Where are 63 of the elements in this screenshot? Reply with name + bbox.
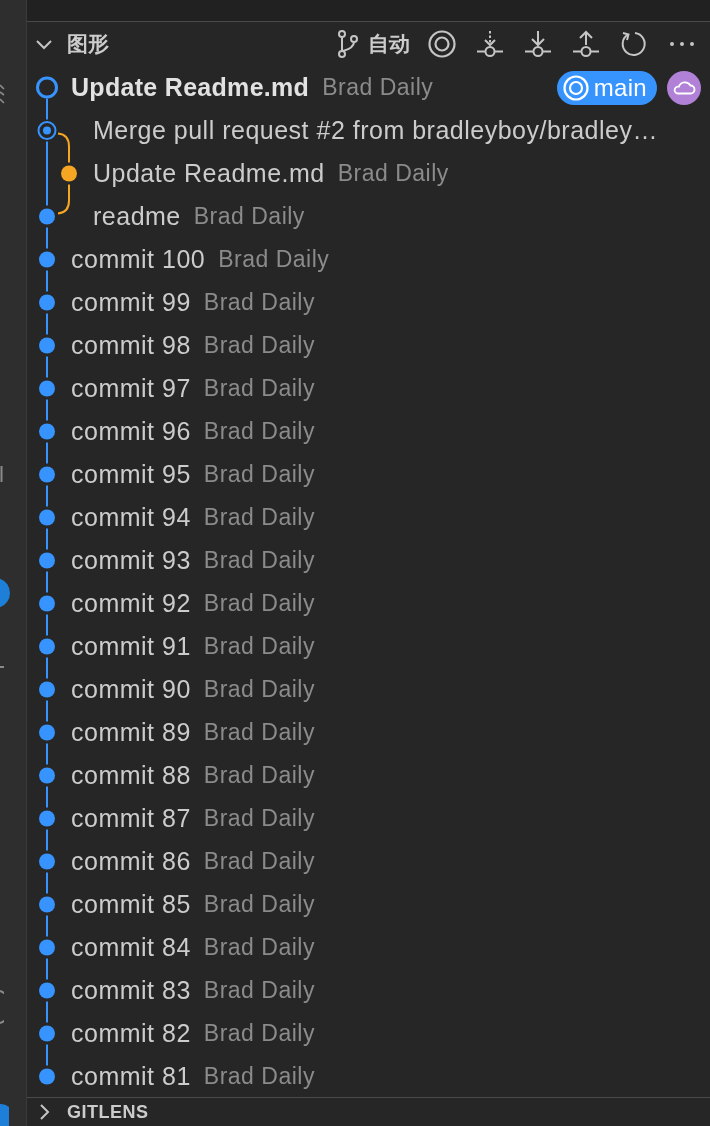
push-icon[interactable] (572, 30, 600, 58)
pull-icon[interactable] (524, 30, 552, 58)
branch-label: main (593, 73, 647, 102)
cropped-icon[interactable] (0, 466, 4, 482)
commit-message[interactable]: readme (93, 202, 181, 231)
branch-filter-button[interactable]: 自动 (337, 30, 410, 58)
commit-message[interactable]: commit 85 (71, 890, 191, 919)
commit-author: Brad Daily (203, 332, 315, 359)
commit-message[interactable]: commit 91 (71, 632, 191, 661)
badge-icon (0, 578, 10, 608)
commit-author: Brad Daily (203, 848, 315, 875)
commit-author: Brad Daily (193, 203, 305, 230)
commit-author: Brad Daily (203, 547, 315, 574)
commit-author: Brad Daily (203, 461, 315, 488)
commit-message[interactable]: commit 94 (71, 503, 191, 532)
commit-message[interactable]: commit 83 (71, 976, 191, 1005)
commit-message[interactable]: commit 84 (71, 933, 191, 962)
commit-author: Brad Daily (203, 289, 315, 316)
fetch-icon[interactable] (476, 30, 504, 58)
commit-author: Brad Daily (203, 934, 315, 961)
panel-title: 图形 (67, 31, 109, 57)
commit-message[interactable]: commit 88 (71, 761, 191, 790)
commit-author: Brad Daily (203, 590, 315, 617)
commit-message[interactable]: commit 86 (71, 847, 191, 876)
commit-message[interactable]: commit 100 (71, 245, 206, 274)
commit-author: Brad Daily (203, 1063, 315, 1090)
commit-message[interactable]: commit 81 (71, 1062, 191, 1091)
commit-message[interactable]: commit 90 (71, 675, 191, 704)
commit-message[interactable]: commit 99 (71, 288, 191, 317)
commit-message[interactable]: Merge pull request #2 from bradleyboy/bradley… (93, 116, 658, 145)
commit-author: Brad Daily (203, 977, 315, 1004)
commit-message[interactable]: Update Readme.md (93, 159, 325, 188)
commit-author: Brad Daily (203, 375, 315, 402)
cropped-icon[interactable] (0, 84, 5, 104)
commit-author: Brad Daily (337, 160, 449, 187)
commit-message[interactable]: commit 92 (71, 589, 191, 618)
commit-author: Brad Daily (203, 418, 315, 445)
branch-icon (337, 30, 359, 58)
commit-author: Brad Daily (203, 719, 315, 746)
refresh-icon[interactable] (620, 30, 648, 58)
commit-message[interactable]: commit 93 (71, 546, 191, 575)
commit-message[interactable]: commit 97 (71, 374, 191, 403)
target-icon[interactable] (428, 30, 456, 58)
commit-author: Brad Daily (203, 633, 315, 660)
commit-author: Brad Daily (322, 74, 434, 101)
commit-message[interactable]: commit 96 (71, 417, 191, 446)
commit-author: Brad Daily (203, 891, 315, 918)
commit-message[interactable]: Update Readme.md (71, 73, 310, 102)
cloud-icon[interactable] (667, 70, 701, 105)
commit-author: Brad Daily (203, 805, 315, 832)
commit-message[interactable]: commit 87 (71, 804, 191, 833)
target-icon (562, 74, 589, 101)
commit-author: Brad Daily (203, 762, 315, 789)
commit-message[interactable]: commit 98 (71, 331, 191, 360)
commit-message[interactable]: commit 82 (71, 1019, 191, 1048)
commit-author: Brad Daily (218, 246, 330, 273)
commit-author: Brad Daily (203, 676, 315, 703)
commit-message[interactable]: commit 89 (71, 718, 191, 747)
commit-author: Brad Daily (203, 1020, 315, 1047)
commit-message[interactable]: commit 95 (71, 460, 191, 489)
commit-author: Brad Daily (203, 504, 315, 531)
section-title[interactable]: GITLENS (67, 1101, 149, 1123)
badge-icon (0, 1104, 9, 1126)
